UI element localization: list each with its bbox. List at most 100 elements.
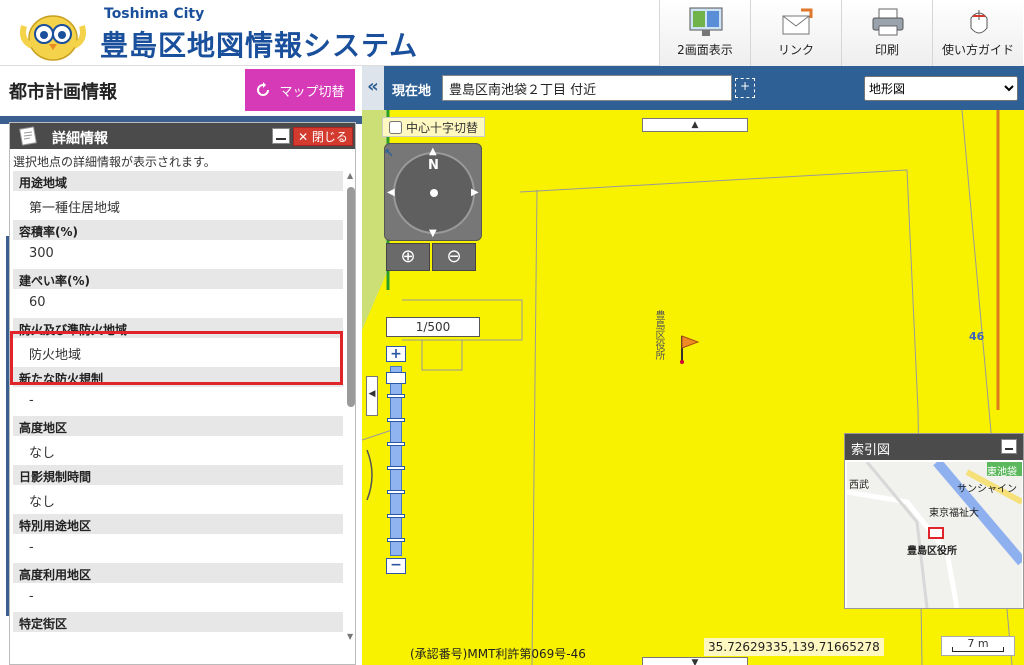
index-map-body[interactable]: 西武 東京福祉大 豊島区役所 東池袋 サンシャイン	[847, 462, 1022, 608]
index-label: 東京福祉大	[929, 508, 979, 519]
zoom-tick[interactable]	[387, 514, 405, 518]
detail-scrollbar[interactable]: ▲ ▼	[346, 171, 356, 641]
row-value: 防火地域	[29, 348, 82, 363]
detail-window-title: 詳細情報	[52, 131, 108, 147]
row-label: 防火及び準防火地域	[13, 318, 343, 338]
scroll-down-icon[interactable]: ▼	[347, 632, 353, 641]
row-value: なし	[29, 495, 56, 510]
location-input[interactable]	[442, 75, 732, 101]
list-item: 用途地域 第一種住居地域	[13, 171, 343, 220]
collapse-panel-button[interactable]: «	[362, 66, 384, 110]
coordinate-readout: 35.72629335,139.71665278	[704, 638, 884, 656]
zoom-tick[interactable]	[387, 442, 405, 446]
compass-north-label: N	[428, 158, 439, 173]
mail-link-icon	[782, 8, 813, 35]
document-icon	[19, 126, 37, 146]
expand-arrow-icon[interactable]: ↖	[384, 146, 398, 160]
city-name-english: Toshima City	[104, 6, 205, 22]
detail-info-window: 詳細情報 ✕ 閉じる 選択地点の詳細情報が表示されます。 用途地域 第一種住居地域…	[9, 122, 356, 665]
zoom-tick[interactable]	[387, 538, 405, 542]
list-item: 日影規制時間 なし	[13, 465, 343, 514]
scroll-thumb[interactable]	[347, 187, 355, 407]
detail-list[interactable]: 用途地域 第一種住居地域 容積率(%) 300 建ぺい率(%) 60 防火及び準防火地…	[13, 171, 343, 641]
block-number: 46	[969, 330, 985, 343]
row-value: 300	[29, 246, 54, 261]
pan-left-button[interactable]: ◀	[366, 376, 378, 416]
panel-title: 都市計画情報	[9, 82, 117, 103]
index-minimize-button[interactable]	[1001, 439, 1017, 454]
zoom-in-button[interactable]: ⊕	[386, 243, 430, 271]
zoom-handle[interactable]	[386, 372, 406, 384]
center-cross-toggle[interactable]: 中心十字切替	[382, 117, 486, 137]
flag-marker-icon	[680, 335, 700, 364]
pan-south-icon[interactable]: ▼	[429, 228, 437, 239]
map-switch-button[interactable]: マップ切替	[245, 69, 355, 111]
map-switch-label: マップ切替	[279, 83, 345, 99]
pan-north-icon[interactable]: ▲	[429, 146, 437, 157]
owl-logo-icon	[20, 15, 86, 61]
pan-up-button[interactable]: ▲	[642, 118, 748, 132]
dual-view-label: 2画面表示	[677, 43, 733, 57]
row-label: 容積率(%)	[13, 220, 343, 240]
list-item: 防火及び準防火地域防火地域	[13, 318, 343, 367]
location-label: 現在地	[392, 84, 432, 99]
zoom-slider[interactable]: + −	[386, 346, 406, 576]
row-label: 新たな防火規制	[13, 367, 343, 387]
index-map-title: 索引図	[851, 443, 891, 458]
printer-icon	[872, 8, 904, 36]
user-guide-label: 使い方ガイド	[941, 43, 1014, 57]
pan-east-icon[interactable]: ▶	[471, 187, 479, 198]
dual-screen-icon	[689, 7, 723, 36]
zoom-tick[interactable]	[387, 466, 405, 470]
zoom-tick[interactable]	[387, 490, 405, 494]
zoom-tick[interactable]	[387, 394, 405, 398]
row-value	[13, 632, 343, 641]
scroll-up-icon[interactable]: ▲	[347, 171, 353, 180]
left-panel: 都市計画情報 マップ切替 詳細情報 ✕ 閉じる 選択地点の詳細情報が表示されます…	[0, 66, 362, 665]
row-value: -	[29, 589, 34, 604]
row-value: -	[29, 393, 34, 408]
row-label: 高度地区	[13, 416, 343, 436]
system-title: 豊島区地図情報システム	[100, 29, 419, 62]
index-label: 豊島区役所	[907, 546, 957, 557]
minimize-button[interactable]	[272, 128, 290, 144]
row-label: 特別用途地区	[13, 514, 343, 534]
index-label: サンシャイン	[957, 484, 1017, 495]
compass-control[interactable]: N ▲ ▼ ◀ ▶	[384, 143, 482, 241]
building-label: 豊島区役所	[653, 310, 664, 360]
compass-center-icon	[430, 189, 438, 197]
index-label: 東池袋	[987, 467, 1017, 478]
approval-number: (承認番号)MMT利許第069号-46	[410, 647, 586, 661]
zoom-out-button[interactable]: ⊖	[432, 243, 476, 271]
print-label: 印刷	[874, 43, 899, 57]
pan-west-icon[interactable]: ◀	[387, 187, 395, 198]
map-type-select[interactable]: 地形図	[864, 76, 1018, 101]
link-button[interactable]: リンク	[750, 0, 841, 66]
zoom-tick[interactable]	[387, 418, 405, 422]
list-item: 特別用途地区 -	[13, 514, 343, 563]
print-button[interactable]: 印刷	[841, 0, 932, 66]
close-button[interactable]: ✕ 閉じる	[293, 127, 353, 146]
zoom-plus-button[interactable]: +	[386, 346, 406, 362]
detail-window-header[interactable]: 詳細情報 ✕ 閉じる	[10, 123, 355, 149]
list-item: 高度地区 なし	[13, 416, 343, 465]
list-item: 高度利用地区 -	[13, 563, 343, 612]
detail-description: 選択地点の詳細情報が表示されます。	[13, 155, 216, 169]
center-cross-label: 中心十字切替	[406, 120, 479, 135]
pan-down-button[interactable]: ▼	[642, 657, 748, 665]
refresh-icon	[257, 82, 270, 96]
index-map-header[interactable]: 索引図	[845, 434, 1023, 460]
user-guide-button[interactable]: 使い方ガイド	[932, 0, 1023, 66]
map-area[interactable]: « 現在地 + 地形図 中心十字切替 ▲ ▼ ◀ N ▲ ▼ ◀ ▶ ↖ ⊕ ⊖…	[362, 66, 1024, 665]
zoom-minus-button[interactable]: −	[386, 558, 406, 574]
center-cross-checkbox[interactable]	[389, 120, 402, 134]
center-target-icon[interactable]: +	[735, 78, 755, 98]
row-label: 用途地域	[13, 171, 343, 191]
app-header: Toshima City 豊島区地図情報システム 2画面表示 リンク 印刷 使い…	[0, 0, 1024, 66]
link-label: リンク	[777, 43, 814, 57]
index-label: 西武	[849, 480, 869, 491]
list-item: 特定街区	[13, 612, 343, 641]
list-item: 新たな防火規制 -	[13, 367, 343, 416]
mouse-icon	[970, 10, 988, 34]
dual-view-button[interactable]: 2画面表示	[659, 0, 750, 66]
